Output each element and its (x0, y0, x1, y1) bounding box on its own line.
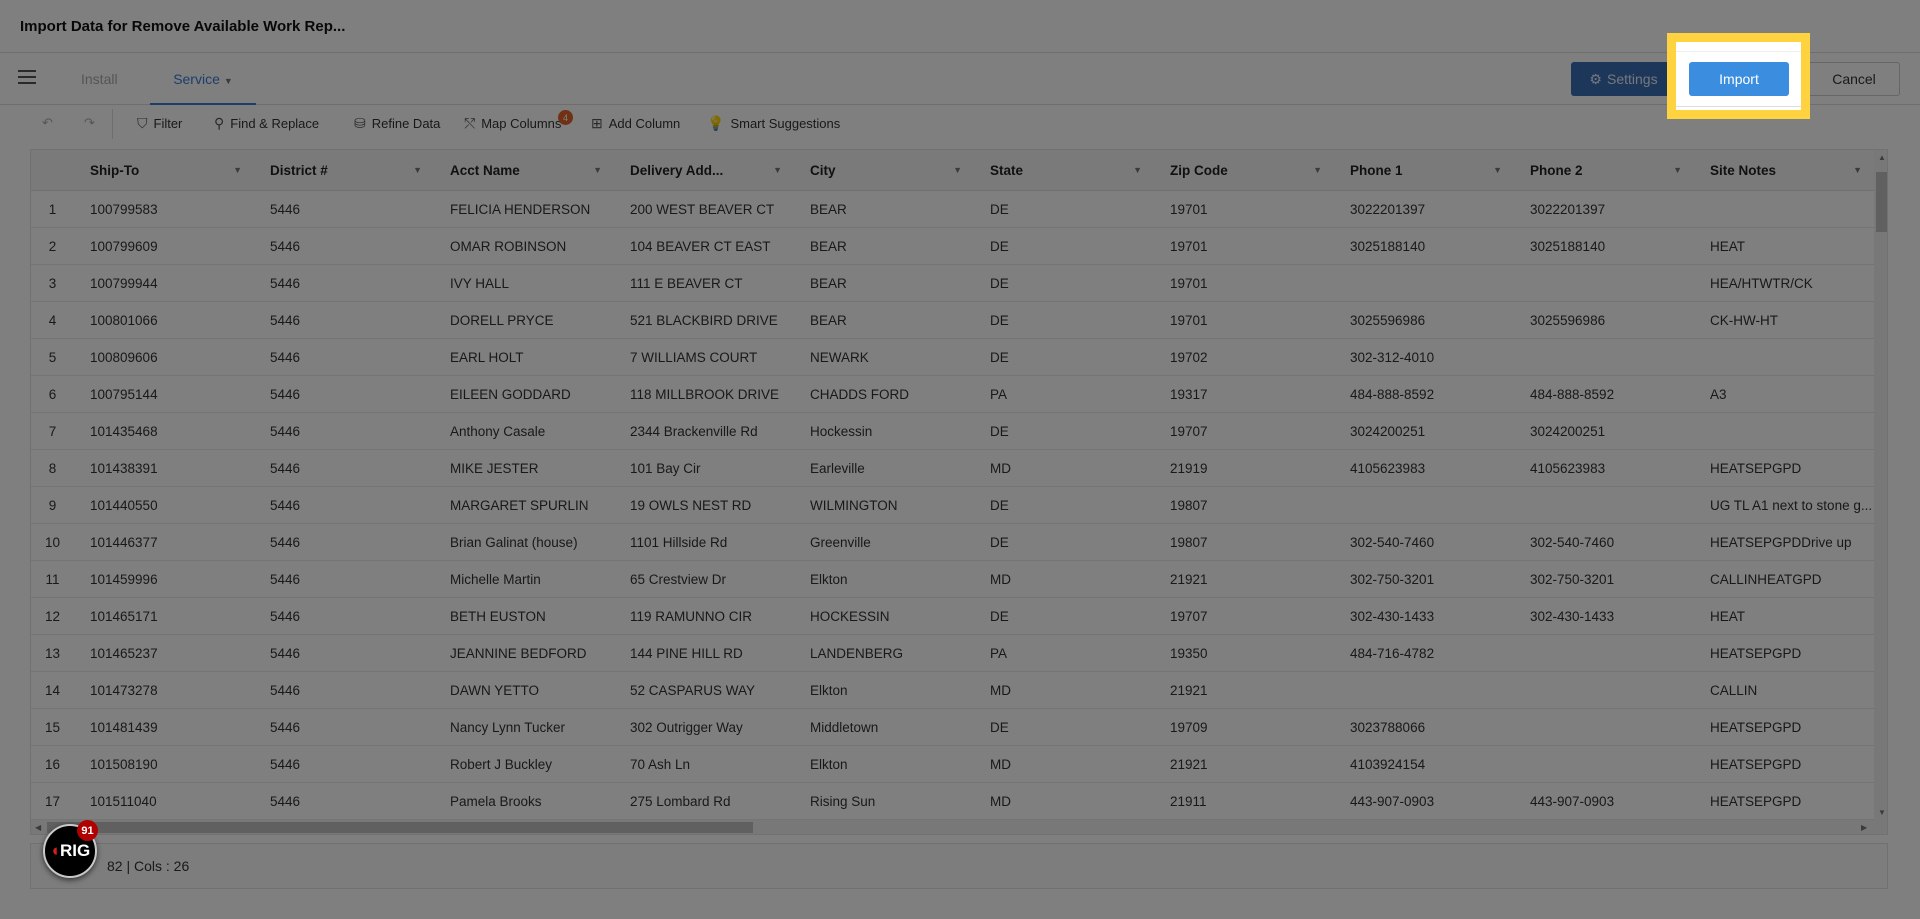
divider (1676, 51, 1801, 52)
logo-mark-icon: ◖ (49, 841, 61, 860)
logo-text: RIG (60, 841, 91, 860)
divider (1676, 106, 1801, 107)
notification-badge: 91 (77, 820, 98, 841)
dim-overlay (0, 0, 1920, 919)
import-button[interactable]: Import (1689, 62, 1789, 96)
import-highlight: Import (1667, 33, 1810, 119)
